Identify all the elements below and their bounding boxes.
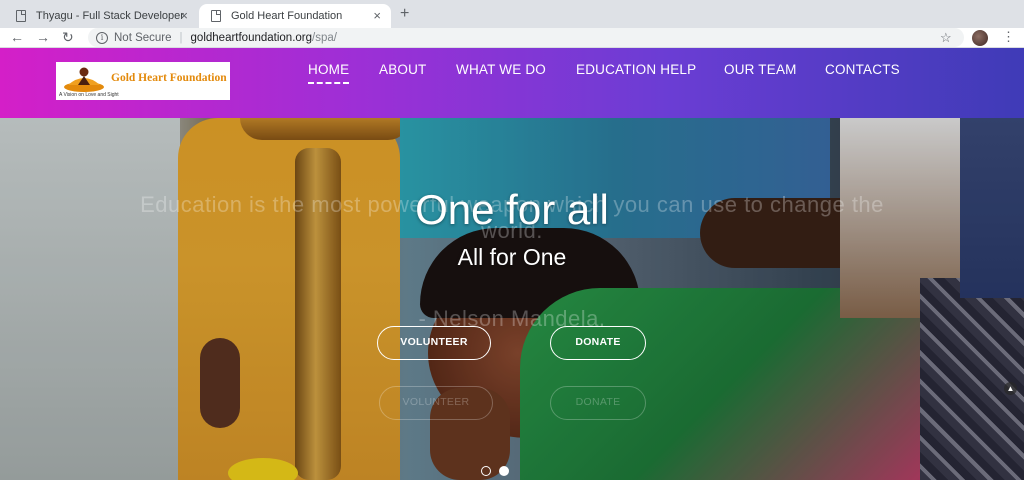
reload-icon[interactable]: ↻	[62, 29, 74, 45]
info-icon[interactable]: i	[96, 31, 108, 44]
slider-dot[interactable]	[481, 466, 491, 476]
more-menu-icon[interactable]: ⋮	[1002, 29, 1015, 45]
back-arrow-icon[interactable]: ←	[10, 29, 24, 45]
donate-button[interactable]: DONATE	[550, 326, 646, 360]
ghost-donate-button: DONATE	[550, 386, 646, 420]
logo-figure-icon	[64, 67, 104, 92]
volunteer-button[interactable]: VOLUNTEER	[377, 326, 491, 360]
page-icon	[16, 10, 26, 22]
address-bar[interactable]: i Not Secure | goldheartfoundation.org/s…	[88, 28, 964, 47]
site-header: Gold Heart Foundation A Vision on Love a…	[0, 48, 1024, 118]
bookmark-star-icon[interactable]: ☆	[940, 30, 952, 46]
browser-tab-strip: Thyagu - Full Stack Developer × Gold Hea…	[0, 0, 1024, 28]
close-icon[interactable]: ×	[180, 9, 188, 23]
browser-toolbar: ← → ↻ i Not Secure | goldheartfoundation…	[0, 28, 1024, 48]
hero-subtitle: All for One	[457, 244, 567, 270]
slider-dot-active[interactable]	[499, 466, 509, 476]
logo-tagline: A Vision on Love and Sight	[59, 92, 119, 98]
nav-education-help[interactable]: EDUCATION HELP	[576, 62, 696, 77]
browser-tab[interactable]: Thyagu - Full Stack Developer ×	[4, 4, 198, 28]
hero-title: One for all	[415, 186, 609, 233]
logo-name: Gold Heart Foundation	[111, 72, 227, 84]
nav-our-team[interactable]: OUR TEAM	[724, 62, 797, 77]
page-icon	[211, 10, 221, 22]
ghost-volunteer-button: VOLUNTEER	[379, 386, 493, 420]
tab-title: Gold Heart Foundation	[231, 10, 343, 22]
nav-contacts[interactable]: CONTACTS	[825, 62, 900, 77]
close-icon[interactable]: ×	[373, 9, 381, 23]
forward-arrow-icon[interactable]: →	[36, 29, 50, 45]
url-host: goldheartfoundation.org	[190, 31, 313, 44]
tab-title: Thyagu - Full Stack Developer	[36, 10, 184, 22]
ghost-quote-author: - Nelson Mandela.	[418, 306, 606, 331]
hero-overlay	[0, 118, 1024, 480]
nav-home[interactable]: HOME	[308, 62, 350, 84]
separator: |	[179, 31, 183, 44]
security-status: Not Secure	[114, 31, 172, 44]
nav-what-we-do[interactable]: WHAT WE DO	[456, 62, 546, 77]
url-path: /spa/	[312, 31, 337, 44]
site-logo[interactable]: Gold Heart Foundation A Vision on Love a…	[56, 62, 230, 100]
new-tab-icon[interactable]: +	[400, 5, 409, 23]
profile-avatar[interactable]	[972, 30, 988, 46]
scroll-indicator-icon[interactable]: ▲	[1004, 382, 1017, 395]
nav-about[interactable]: ABOUT	[379, 62, 427, 77]
hero-slider: Education is the most powerful weapon wh…	[0, 118, 1024, 480]
browser-tab-active[interactable]: Gold Heart Foundation ×	[199, 4, 391, 28]
